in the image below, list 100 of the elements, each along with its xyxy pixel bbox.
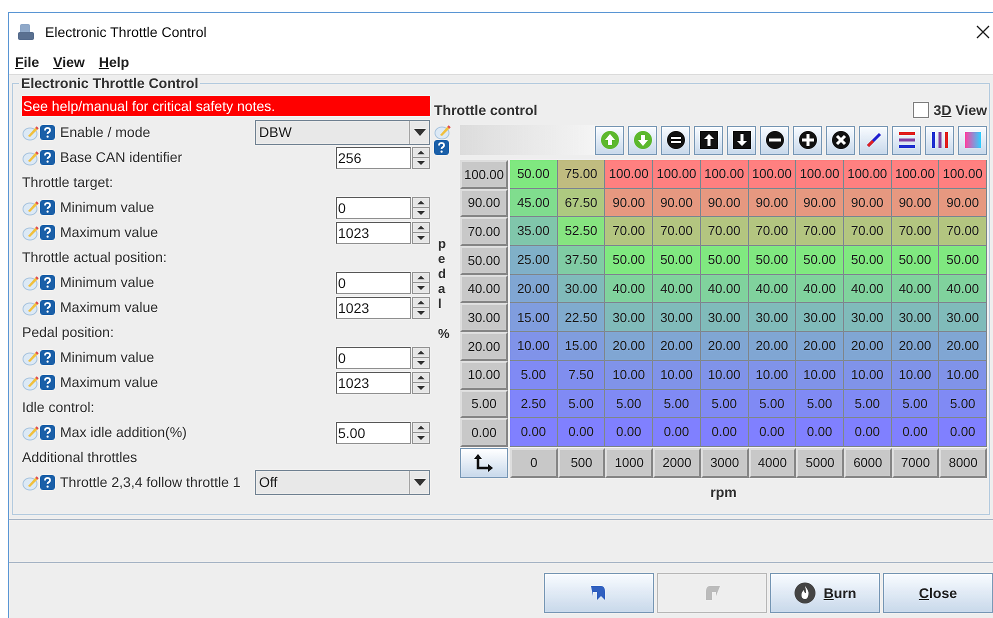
table-cell[interactable]: 90.00	[700, 188, 749, 218]
table-cell[interactable]: 20.00	[653, 332, 701, 361]
table-cell[interactable]: 70.00	[653, 217, 701, 246]
table-cell[interactable]: 0.00	[700, 418, 749, 447]
table-cell[interactable]: 90.00	[939, 188, 988, 218]
row-header[interactable]: 100.00	[460, 160, 508, 189]
table-cell[interactable]: 40.00	[844, 274, 892, 304]
table-cell[interactable]: 40.00	[700, 274, 749, 304]
table-cell[interactable]: 7.50	[558, 360, 606, 390]
table-cell[interactable]: 70.00	[939, 217, 988, 246]
help-icon[interactable]	[40, 425, 55, 440]
table-cell[interactable]: 0.00	[558, 418, 606, 447]
table-cell[interactable]: 20.00	[892, 332, 940, 361]
table-cell[interactable]: 50.00	[796, 246, 844, 275]
table-cell[interactable]: 15.00	[558, 332, 606, 361]
table-cell[interactable]: 50.00	[844, 246, 892, 275]
table-cell[interactable]: 20.00	[844, 332, 892, 361]
number-field[interactable]: 5.00	[336, 422, 411, 444]
toolbar-button[interactable]	[661, 126, 690, 154]
table-cell[interactable]: 50.00	[892, 246, 940, 275]
table-cell[interactable]: 10.00	[748, 360, 796, 390]
table-cell[interactable]: 20.00	[939, 332, 988, 361]
table-cell[interactable]: 40.00	[748, 274, 796, 304]
column-header[interactable]: 2000	[653, 448, 701, 478]
menu-item[interactable]: View	[53, 52, 85, 73]
row-header[interactable]: 90.00	[460, 188, 508, 218]
column-header[interactable]: 8000	[939, 448, 988, 478]
column-header[interactable]: 5000	[796, 448, 844, 478]
table-cell[interactable]: 10.00	[700, 360, 749, 390]
toolbar-button[interactable]	[727, 126, 756, 154]
spinner-buttons[interactable]	[412, 372, 430, 394]
table-cell[interactable]: 100.00	[844, 160, 892, 189]
table-cell[interactable]: 100.00	[892, 160, 940, 189]
table-cell[interactable]: 50.00	[939, 246, 988, 275]
table-cell[interactable]: 25.00	[510, 246, 558, 275]
table-cell[interactable]: 70.00	[892, 217, 940, 246]
toolbar-button[interactable]	[694, 126, 723, 154]
table-cell[interactable]: 90.00	[844, 188, 892, 218]
row-header[interactable]: 70.00	[460, 217, 508, 246]
table-cell[interactable]: 70.00	[605, 217, 654, 246]
dropdown[interactable]: Off	[255, 470, 430, 495]
table-cell[interactable]: 90.00	[796, 188, 844, 218]
table-cell[interactable]: 10.00	[653, 360, 701, 390]
table-cell[interactable]: 40.00	[939, 274, 988, 304]
undo-button[interactable]	[544, 573, 654, 613]
table-cell[interactable]: 75.00	[558, 160, 606, 189]
table-cell[interactable]: 100.00	[796, 160, 844, 189]
row-header[interactable]: 50.00	[460, 246, 508, 275]
table-cell[interactable]: 40.00	[605, 274, 654, 304]
burn-button[interactable]: Burn	[770, 573, 880, 613]
number-field[interactable]: 0	[336, 196, 411, 218]
table-cell[interactable]: 90.00	[892, 188, 940, 218]
spinner-buttons[interactable]	[412, 422, 430, 444]
table-cell[interactable]: 30.00	[605, 303, 654, 332]
table-cell[interactable]: 10.00	[892, 360, 940, 390]
table-cell[interactable]: 100.00	[939, 160, 988, 189]
table-cell[interactable]: 0.00	[748, 418, 796, 447]
table-cell[interactable]: 10.00	[939, 360, 988, 390]
table-cell[interactable]: 67.50	[558, 188, 606, 218]
table-cell[interactable]: 70.00	[700, 217, 749, 246]
table-cell[interactable]: 35.00	[510, 217, 558, 246]
table-cell[interactable]: 20.00	[700, 332, 749, 361]
help-icon[interactable]	[40, 475, 55, 490]
table-cell[interactable]: 50.00	[605, 246, 654, 275]
help-icon[interactable]	[40, 150, 55, 165]
table-cell[interactable]: 52.50	[558, 217, 606, 246]
spinner-buttons[interactable]	[412, 346, 430, 368]
table-cell[interactable]: 30.00	[558, 274, 606, 304]
dropdown[interactable]: DBW	[255, 120, 430, 145]
help-icon[interactable]	[434, 140, 449, 155]
table-cell[interactable]: 30.00	[653, 303, 701, 332]
table-cell[interactable]: 10.00	[796, 360, 844, 390]
help-icon[interactable]	[40, 200, 55, 215]
table-cell[interactable]: 70.00	[844, 217, 892, 246]
table-cell[interactable]: 10.00	[844, 360, 892, 390]
close-button[interactable]: Close	[883, 573, 993, 613]
help-icon[interactable]	[40, 300, 55, 315]
column-header[interactable]: 7000	[892, 448, 940, 478]
number-field[interactable]: 0	[336, 272, 411, 294]
menu-item[interactable]: File	[15, 52, 40, 73]
table-cell[interactable]: 30.00	[939, 303, 988, 332]
toolbar-button[interactable]	[826, 126, 855, 154]
table-cell[interactable]: 70.00	[748, 217, 796, 246]
table-cell[interactable]: 100.00	[605, 160, 654, 189]
table-cell[interactable]: 5.00	[510, 360, 558, 390]
table-cell[interactable]: 0.00	[510, 418, 558, 447]
table-cell[interactable]: 2.50	[510, 390, 558, 418]
row-header[interactable]: 40.00	[460, 274, 508, 304]
table-cell[interactable]: 5.00	[653, 390, 701, 418]
table-cell[interactable]: 10.00	[605, 360, 654, 390]
table-cell[interactable]: 50.00	[700, 246, 749, 275]
column-header[interactable]: 3000	[700, 448, 749, 478]
table-cell[interactable]: 5.00	[605, 390, 654, 418]
spinner-buttons[interactable]	[412, 146, 430, 168]
table-cell[interactable]: 70.00	[796, 217, 844, 246]
table-cell[interactable]: 20.00	[796, 332, 844, 361]
toolbar-button[interactable]	[760, 126, 789, 154]
table-cell[interactable]: 40.00	[653, 274, 701, 304]
table-cell[interactable]: 10.00	[510, 332, 558, 361]
table-cell[interactable]: 100.00	[653, 160, 701, 189]
